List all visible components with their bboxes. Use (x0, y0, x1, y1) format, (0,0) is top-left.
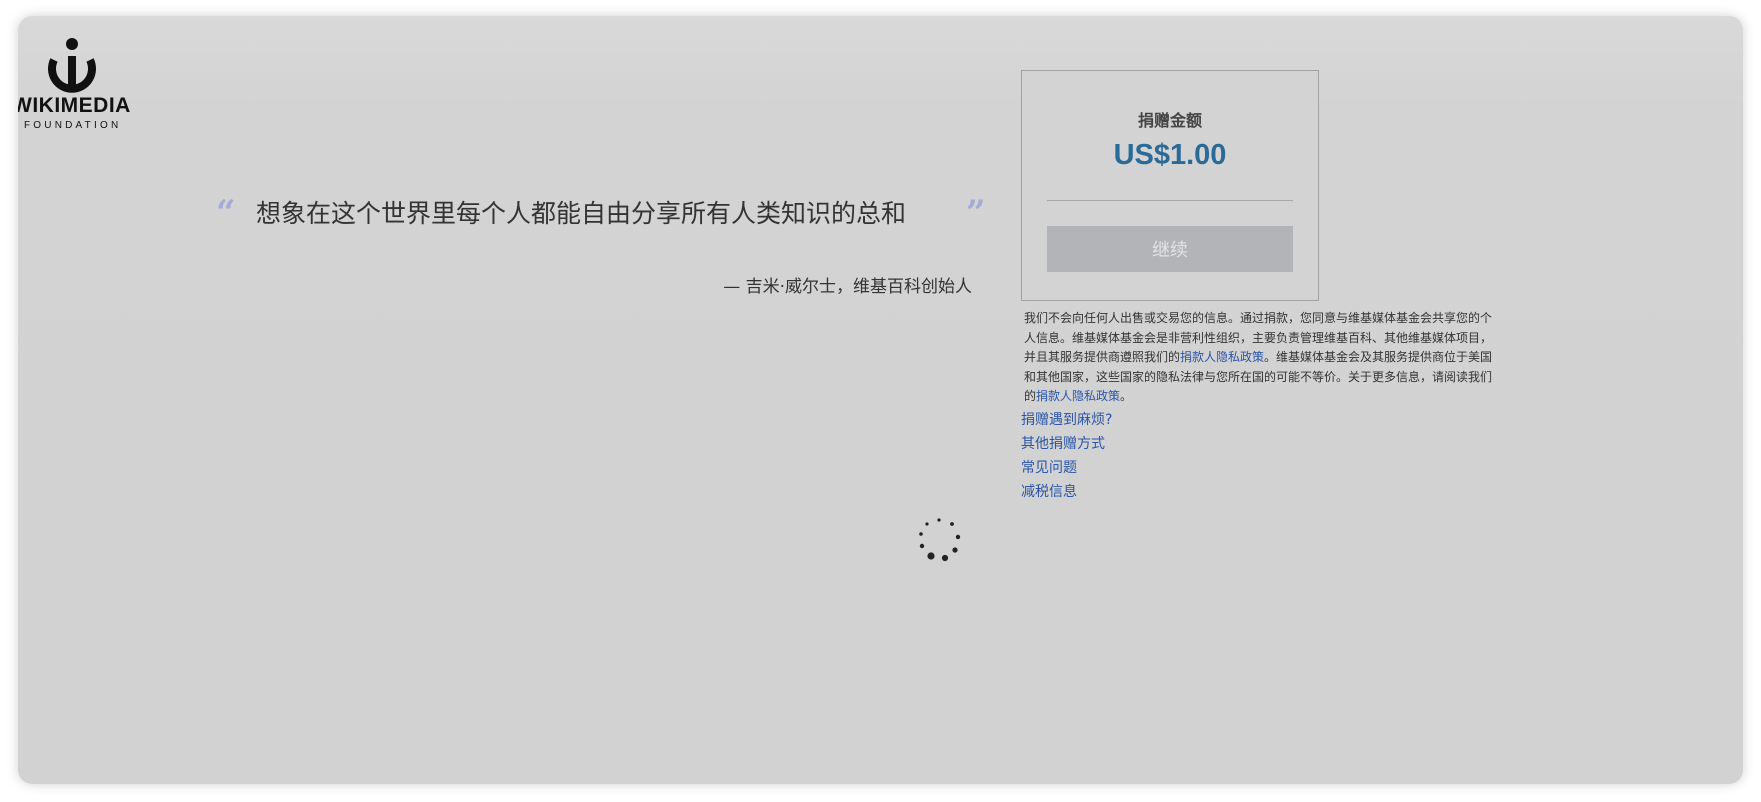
other-ways-to-give-link[interactable]: 其他捐赠方式 (1021, 436, 1105, 452)
amount-value: US$1.00 (1113, 139, 1227, 171)
privacy-text-3: 。 (1120, 389, 1133, 403)
wikimedia-logo[interactable]: WIKIMEDIA FOUNDATION (18, 38, 138, 138)
loading-spinner-icon (919, 518, 961, 562)
donation-panel: 捐赠金额 US$1.00 继续 (1021, 70, 1319, 301)
logo-wordmark: WIKIMEDIA (18, 94, 131, 117)
logo-subtitle: FOUNDATION (24, 120, 122, 131)
continue-button[interactable]: 继续 (1047, 226, 1293, 272)
wikimedia-logo-icon (48, 38, 96, 93)
donor-privacy-policy-link-2[interactable]: 捐款人隐私政策 (1036, 389, 1120, 403)
divider (1047, 200, 1293, 201)
donation-trouble-link[interactable]: 捐赠遇到麻烦? (1021, 412, 1112, 428)
quote-text: 想象在这个世界里每个人都能自由分享所有人类知识的总和 (256, 199, 907, 228)
privacy-notice: 我们不会向任何人出售或交易您的信息。通过捐款，您同意与维基媒体基金会共享您的个人… (1024, 309, 1494, 407)
open-quote-icon: “ (216, 193, 236, 233)
close-quote-icon: ” (966, 193, 986, 233)
browser-window: WIKIMEDIA FOUNDATION “ 想象在这个世界里每个人都能自由分享… (18, 16, 1743, 784)
faq-link[interactable]: 常见问题 (1021, 460, 1077, 476)
help-links: 捐赠遇到麻烦? 其他捐赠方式 常见问题 减税信息 (1021, 408, 1112, 504)
donor-privacy-policy-link[interactable]: 捐款人隐私政策 (1180, 350, 1264, 364)
tax-info-link[interactable]: 减税信息 (1021, 484, 1077, 500)
quote-author: — 吉米·威尔士，维基百科创始人 (723, 277, 972, 297)
amount-label: 捐赠金额 (1137, 111, 1202, 130)
